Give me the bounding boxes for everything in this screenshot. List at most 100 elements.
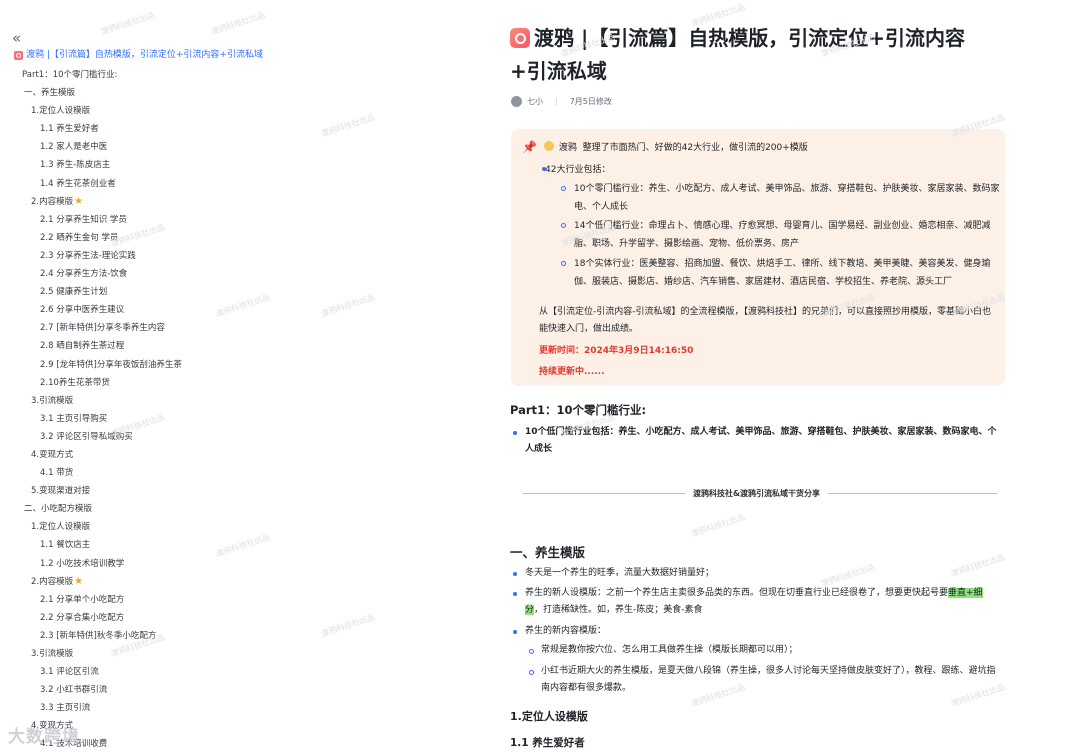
part1-bullet: 10个低门槛行业包括：养生、小吃配方、成人考试、美甲饰品、旅游、穿搭鞋包、护肤美… [525,427,997,454]
outline-item[interactable]: 2.6 分享中医养生建议 [0,301,440,319]
outline-item[interactable]: 3.1 主页引导购买 [0,410,440,428]
outline-item-label: 2.4 分享养生方法-饮食 [40,269,128,280]
outline-item-label: Part1：10个零门槛行业: [22,70,118,80]
outline-item[interactable]: 2.9 [龙年特供]分享年夜饭刮油养生茶 [0,356,440,374]
outline-item[interactable]: Part1：10个零门槛行业: [0,66,440,84]
outline-item-label: 2.内容模版 [31,196,74,207]
doc-meta: 七小 | 7月5日修改 [511,96,612,107]
outline-item-label: 1.2 家人是老中医 [40,142,108,153]
outline-item-label: 2.8 晒自制养生茶过程 [40,341,125,352]
outline-item[interactable]: 3.引流模版 [0,645,440,663]
outline-item-label: 2.内容模版 [31,576,74,587]
update-time: 更新时间：2024年3月9日14:16:50 [539,346,694,356]
outline-item[interactable]: 2.3 分享养生法-理论实践 [0,247,440,265]
divider-label: 渡鸦科技社&渡鸦引流私域干货分享 [685,488,828,499]
outline-item-label: 一、养生模版 [24,88,76,99]
outline-item[interactable]: 1.1 养生爱好者 [0,120,440,138]
outline-item-label: 3.引流模版 [31,649,74,659]
s1-bullet: 养生的新人设模版：之前一个养生店主卖很多品类的东西。但现在切垂直行业已经很卷了，… [525,588,983,615]
outline-item[interactable]: 3.引流模版 [0,392,440,410]
outline-item[interactable]: 2.内容模版★ [0,573,440,591]
outline-item-label: 1.4 养生花茶创业者 [40,178,116,189]
sub-bullet-dot [561,186,566,191]
callout-head-name[interactable]: 渡鸦 [559,143,577,153]
page-title: 渡鸦 |【引流篇】自热模版，引流定位+引流内容+引流私域 [510,26,966,83]
outline-item[interactable]: 3.2 评论区引导私域购买 [0,428,440,446]
outline-list: Part1：10个零门槛行业: 一、养生模版 1.定位人设模版 1.1 养生爱好者 1.… [0,66,440,754]
outline-item[interactable]: 2.3 [新年特供]秋冬季小吃配方 [0,627,440,645]
position-heading: 1.定位人设模版 [510,710,588,723]
outline-item-label: 1.定位人设模版 [31,522,91,533]
section1-heading: 一、养生模版 [510,545,586,560]
outline-item[interactable]: 一、养生模版 [0,84,440,102]
outline-doc-title[interactable]: 渡鸦 |【引流篇】自热模版，引流定位+引流内容+引流私域 [14,49,434,61]
outline-item[interactable]: 2.1 分享单个小吃配方 [0,591,440,609]
callout-head-text: 整理了市面热门、好做的42大行业，做引流的200+模版 [582,143,808,153]
outline-item[interactable]: 1.4 养生花茶创业者 [0,175,440,193]
callout-paragraph: 从【引流定位-引流内容-引流私域】的全流程模版，【渡鸦科技社】的兄弟们，可以直接… [539,307,991,334]
s1-bullet: 养生的新内容模版： [525,626,607,636]
sub-bullet-dot [529,649,534,654]
intro-callout: 📌 渡鸦 整理了市面热门、好做的42大行业，做引流的200+模版 42大行业包括… [511,129,1005,386]
outline-item[interactable]: 1.定位人设模版 [0,518,440,536]
brand-watermark: 大数跨境 [8,727,80,747]
collapse-sidebar-icon[interactable]: « [12,30,21,46]
outline-item[interactable]: 4.1 带货 [0,464,440,482]
outline-item[interactable]: 2.8 晒自制养生茶过程 [0,337,440,355]
star-icon: ★ [74,575,84,587]
doc-logo-icon [14,50,23,60]
outline-item-label: 3.3 主页引流 [40,703,91,714]
star-icon: ★ [74,195,84,207]
outline-item-label: 3.1 评论区引流 [40,667,99,678]
outline-item[interactable]: 2.5 健康养生计划 [0,283,440,301]
author-name[interactable]: 七小 [527,96,543,107]
bullet-dot [513,431,517,435]
outline-item-label: 3.2 小红书群引流 [40,685,108,696]
outline-item-label: 2.3 [新年特供]秋冬季小吃配方 [40,630,157,641]
outline-item-label: 2.5 健康养生计划 [40,287,108,298]
sub-bullet-dot [561,261,566,266]
callout-head: 渡鸦 整理了市面热门、好做的42大行业，做引流的200+模版 [544,140,808,153]
outline-item[interactable]: 2.10养生花茶带货 [0,374,440,392]
outline-item[interactable]: 2.2 晒养生金句 学员 [0,229,440,247]
outline-item[interactable]: 2.7 [新年特供]分享冬季养生内容 [0,319,440,337]
outline-item-label: 二、小吃配方模版 [24,504,93,515]
outline-item-label: 5.变现渠道对接 [31,486,91,497]
outline-item[interactable]: 5.变现渠道对接 [0,482,440,500]
outline-item-label: 1.定位人设模版 [31,106,91,117]
outline-item[interactable]: 3.1 评论区引流 [0,663,440,681]
author-avatar[interactable] [511,96,522,107]
outline-item-label: 1.3 养生-陈皮店主 [40,160,111,171]
outline-item[interactable]: 2.2 分享合集小吃配方 [0,609,440,627]
outline-item[interactable]: 2.内容模版★ [0,193,440,211]
part1-heading: Part1：10个零门槛行业: [510,403,647,417]
outline-item[interactable]: 2.1 分享养生知识 学员 [0,211,440,229]
outline-sidebar: « 渡鸦 |【引流篇】自热模版，引流定位+引流内容+引流私域 Part1：10个… [0,0,440,756]
outline-item-label: 1.2 小吃技术培训教学 [40,558,125,569]
outline-item-label: 2.1 分享养生知识 学员 [40,214,127,225]
sub-bullet-dot [529,670,534,675]
outline-item-label: 2.10养生花茶带货 [40,377,110,388]
outline-item-label: 2.2 晒养生金句 学员 [40,232,119,243]
doc-logo-icon [510,28,530,48]
outline-item[interactable]: 3.3 主页引流 [0,699,440,717]
outline-item[interactable]: 二、小吃配方模版 [0,500,440,518]
outline-item-label: 4.1 带货 [40,468,74,479]
outline-item[interactable]: 1.3 养生-陈皮店主 [0,156,440,174]
s1-sub-bullet: 常规是教你按穴位、怎么用工具做养生操（模版长期都可以用）； [541,645,798,655]
sub-bullet-dot [561,223,566,228]
outline-item[interactable]: 4.变现方式 [0,446,440,464]
bullet-dot [513,592,517,596]
outline-item[interactable]: 2.4 分享养生方法-饮食 [0,265,440,283]
callout-bullet: 42大行业包括： [545,165,611,175]
callout-sub-item: 18个实体行业：医美整容、招商加盟、餐饮、烘焙手工、律所、线下教培、美甲美睫、美… [574,259,991,287]
outline-item[interactable]: 3.2 小红书群引流 [0,681,440,699]
bullet-dot [513,630,517,634]
callout-sub-item: 10个零门槛行业：养生、小吃配方、成人考试、美甲饰品、旅游、穿搭鞋包、护肤美妆、… [574,184,1000,212]
outline-item[interactable]: 1.2 家人是老中医 [0,138,440,156]
bullet-dot [513,572,517,576]
outline-doc-title-text: 渡鸦 |【引流篇】自热模版，引流定位+引流内容+引流私域 [26,50,263,60]
outline-item[interactable]: 1.1 餐饮店主 [0,536,440,554]
outline-item[interactable]: 1.2 小吃技术培训教学 [0,555,440,573]
outline-item[interactable]: 1.定位人设模版 [0,102,440,120]
